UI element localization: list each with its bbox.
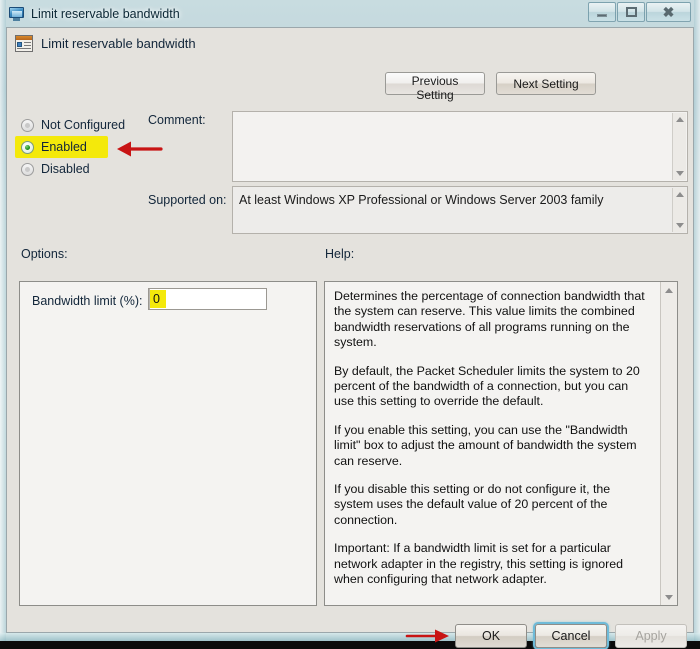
red-arrow-pointing-to-ok <box>405 629 449 643</box>
bandwidth-limit-label: Bandwidth limit (%): <box>32 294 143 308</box>
help-panel: Determines the percentage of connection … <box>324 281 678 606</box>
bandwidth-limit-value: 0 <box>153 292 160 306</box>
help-text: Determines the percentage of connection … <box>325 282 660 605</box>
options-section-label: Options: <box>21 247 68 261</box>
red-arrow-pointing-to-enabled <box>117 141 163 157</box>
supported-on-label: Supported on: <box>148 193 227 207</box>
radio-icon <box>21 118 34 132</box>
radio-icon <box>21 140 34 154</box>
help-scrollbar[interactable] <box>660 282 677 605</box>
minimize-button[interactable] <box>588 2 616 22</box>
options-panel: Bandwidth limit (%): 0 <box>19 281 317 606</box>
minimize-icon <box>597 13 607 17</box>
caption-buttons: ✖ <box>587 2 691 22</box>
scroll-down-icon[interactable] <box>675 221 685 230</box>
help-paragraph: Important: If a bandwidth limit is set f… <box>334 541 624 587</box>
maximize-button[interactable] <box>617 2 645 22</box>
help-paragraph: If you enable this setting, you can use … <box>334 422 637 468</box>
radio-label: Disabled <box>41 162 90 176</box>
scroll-down-icon[interactable] <box>675 169 685 178</box>
scroll-up-icon[interactable] <box>675 190 685 199</box>
apply-button: Apply <box>615 624 687 648</box>
supported-scrollbar[interactable] <box>672 188 686 232</box>
radio-icon <box>21 162 34 176</box>
comment-textarea[interactable] <box>232 111 688 182</box>
policy-header: Limit reservable bandwidth <box>15 35 196 52</box>
scroll-up-icon[interactable] <box>663 284 675 296</box>
maximize-icon <box>625 7 637 17</box>
dialog-window: Limit reservable bandwidth ✖ Limit reser… <box>0 0 700 648</box>
previous-setting-button[interactable]: Previous Setting <box>385 72 485 102</box>
scroll-up-icon[interactable] <box>675 115 685 124</box>
window-glass-edge-right <box>694 0 700 641</box>
help-paragraph: If you disable this setting or do not co… <box>334 482 611 527</box>
comment-scrollbar[interactable] <box>672 113 686 180</box>
help-paragraph: Determines the percentage of connection … <box>334 289 645 350</box>
policy-setting-icon <box>15 35 33 52</box>
bandwidth-limit-spinner[interactable]: 0 <box>148 288 267 310</box>
cancel-button[interactable]: Cancel <box>535 624 607 648</box>
radio-label: Enabled <box>41 140 87 154</box>
close-icon: ✖ <box>662 4 675 20</box>
title-bar[interactable]: Limit reservable bandwidth ✖ <box>4 1 696 27</box>
dialog-client-area: Limit reservable bandwidth Previous Sett… <box>6 27 694 648</box>
next-setting-button[interactable]: Next Setting <box>496 72 596 95</box>
radio-label: Not Configured <box>41 118 126 132</box>
comment-label: Comment: <box>148 113 206 127</box>
close-button[interactable]: ✖ <box>646 2 691 22</box>
radio-not-configured[interactable]: Not Configured <box>21 114 141 136</box>
supported-on-value: At least Windows XP Professional or Wind… <box>239 193 604 207</box>
help-paragraph: By default, the Packet Scheduler limits … <box>334 363 640 409</box>
ok-button[interactable]: OK <box>455 624 527 648</box>
help-section-label: Help: <box>325 247 355 261</box>
monitor-icon <box>9 6 25 22</box>
policy-title: Limit reservable bandwidth <box>41 36 196 51</box>
scroll-down-icon[interactable] <box>663 591 675 603</box>
window-title: Limit reservable bandwidth <box>31 7 180 21</box>
